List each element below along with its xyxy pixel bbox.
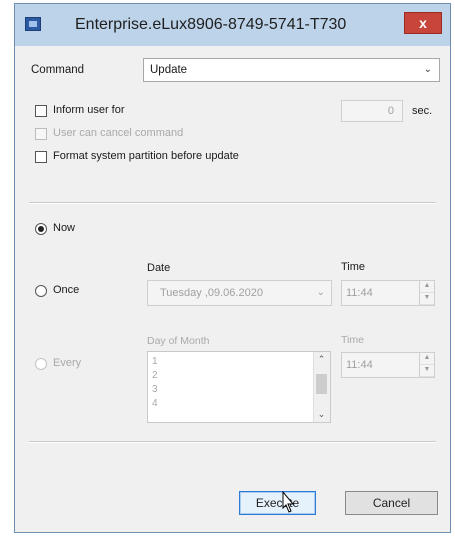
chevron-down-icon: ⌄ [316,287,325,298]
day-of-month-label: Day of Month [147,335,210,347]
command-select[interactable]: Update ⌄ [143,58,440,82]
time-label: Time [341,261,366,273]
app-icon [25,17,41,31]
every-time-value: 11:44 [346,359,373,371]
user-can-cancel-checkbox[interactable] [35,128,47,140]
chevron-down-icon: ⌄ [423,64,432,75]
every-label: Every [53,357,82,369]
list-item[interactable]: 2 [152,370,158,381]
window-title: Enterprise.eLux8906-8749-5741-T730 [75,16,347,33]
now-label: Now [53,222,76,234]
spin-down-icon[interactable]: ▼ [420,293,434,305]
mouse-cursor-icon [282,491,295,513]
scroll-up-icon[interactable]: ⌃ [314,354,329,365]
once-label: Once [53,284,80,296]
title-bar[interactable]: Enterprise.eLux8906-8749-5741-T730 x [15,4,450,46]
list-item[interactable]: 4 [152,398,158,409]
format-partition-label: Format system partition before update [53,150,239,162]
date-label: Date [147,262,171,274]
once-radio[interactable] [35,285,47,297]
every-time-input[interactable]: 11:44 ▲ ▼ [341,352,435,378]
date-picker[interactable]: Tuesday ,09.06.2020 ⌄ [147,280,332,306]
once-time-value: 11:44 [346,287,373,299]
spin-up-icon[interactable]: ▲ [420,281,434,293]
close-button[interactable]: x [404,12,442,34]
day-of-month-list[interactable]: 1 2 3 4 ⌃ ⌄ [147,351,331,423]
seconds-unit-label: sec. [412,105,433,117]
time-spinner[interactable]: ▲ ▼ [419,281,434,305]
radio-selected-dot [38,226,44,232]
cancel-button[interactable]: Cancel [345,491,438,515]
user-can-cancel-label: User can cancel command [53,127,184,139]
every-time-label: Time [341,334,364,346]
format-partition-checkbox[interactable] [35,151,47,163]
spin-up-icon[interactable]: ▲ [420,353,434,365]
once-time-input[interactable]: 11:44 ▲ ▼ [341,280,435,306]
inform-user-seconds-input[interactable]: 0 [341,100,403,122]
scroll-thumb[interactable] [316,374,327,394]
spin-down-icon[interactable]: ▼ [420,365,434,377]
separator [29,441,436,443]
inform-user-label: Inform user for [53,104,125,116]
now-radio[interactable] [35,223,47,235]
scroll-down-icon[interactable]: ⌄ [314,409,329,420]
list-scrollbar[interactable]: ⌃ ⌄ [313,352,330,422]
command-label: Command [31,64,85,76]
separator [29,202,436,204]
dialog-window: Enterprise.eLux8906-8749-5741-T730 x Com… [14,3,451,533]
inform-user-checkbox[interactable] [35,105,47,117]
every-radio[interactable] [35,358,47,370]
list-item[interactable]: 1 [152,356,158,367]
inform-user-seconds-value: 0 [387,105,394,117]
list-item[interactable]: 3 [152,384,158,395]
command-select-value: Update [150,64,188,76]
date-picker-value: Tuesday ,09.06.2020 [160,287,263,299]
execute-button[interactable]: Execute [239,491,316,515]
time-spinner[interactable]: ▲ ▼ [419,353,434,377]
